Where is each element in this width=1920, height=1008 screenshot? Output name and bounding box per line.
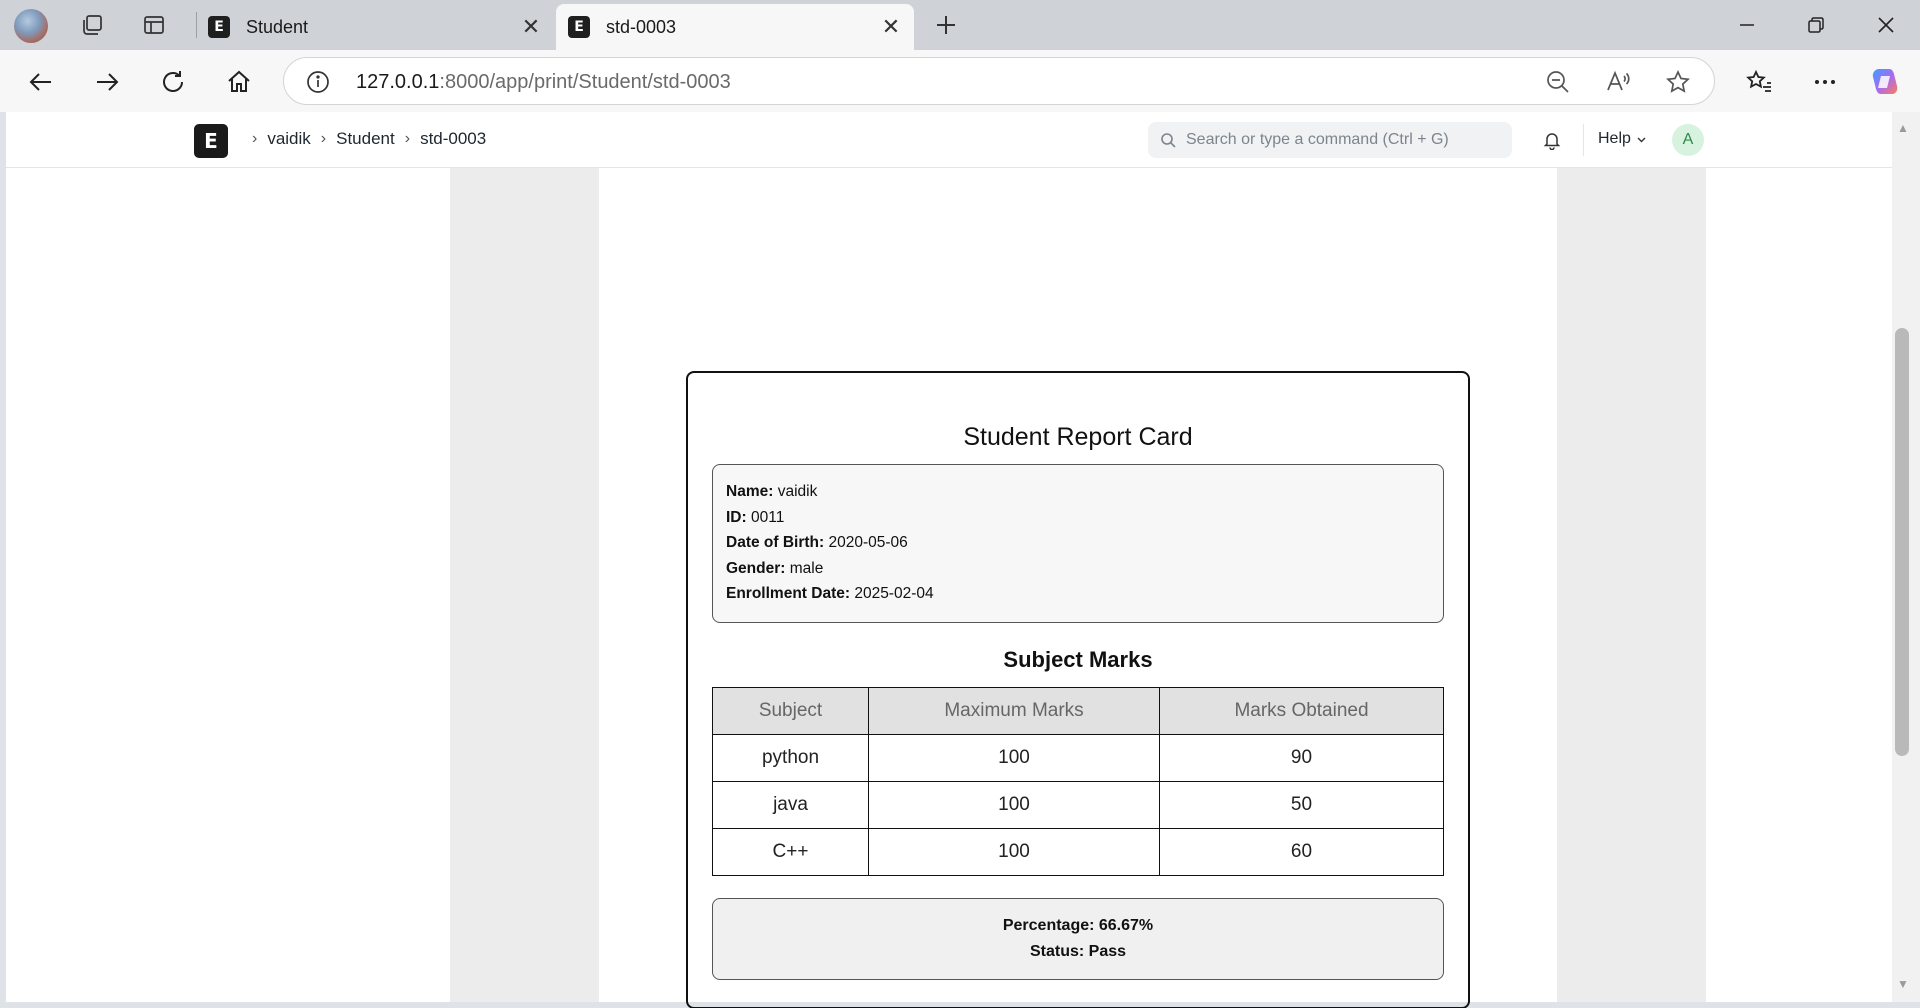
read-aloud-icon[interactable]	[1602, 66, 1634, 98]
favorites-list-icon[interactable]	[1742, 65, 1776, 99]
cell-max-marks: 100	[868, 828, 1160, 876]
favorite-star-icon[interactable]	[1662, 66, 1694, 98]
search-icon	[1161, 133, 1176, 148]
info-id: ID: 0011	[726, 508, 785, 526]
print-gutter-left	[450, 168, 599, 1002]
report-card: Student Report Card Name: vaidik ID: 001…	[686, 371, 1470, 1008]
scrollbar-thumb[interactable]	[1895, 328, 1909, 756]
restore-icon[interactable]	[1796, 9, 1836, 41]
home-icon[interactable]	[222, 65, 256, 99]
vertical-tabs-icon[interactable]	[138, 9, 170, 41]
cell-max-marks: 100	[868, 781, 1160, 829]
chevron-down-icon	[1637, 137, 1646, 142]
breadcrumb-item-vaidik[interactable]: vaidik	[267, 129, 310, 149]
help-label: Help	[1598, 130, 1631, 147]
scroll-down-arrow-icon[interactable]: ▼	[1895, 976, 1911, 992]
profile-avatar[interactable]	[14, 9, 48, 43]
search-input[interactable]: Search or type a command (Ctrl + G)	[1148, 122, 1512, 158]
student-info-box: Name: vaidik ID: 0011 Date of Birth: 202…	[712, 464, 1444, 623]
print-page: Student Report Card Name: vaidik ID: 001…	[599, 168, 1557, 1008]
browser-toolbar: 127.0.0.1:8000/app/print/Student/std-000…	[0, 50, 1920, 112]
copilot-icon[interactable]	[1868, 65, 1902, 99]
cell-marks-obtained: 60	[1159, 828, 1444, 876]
app-logo[interactable]: E	[194, 124, 228, 158]
subject-marks-heading: Subject Marks	[1003, 647, 1153, 672]
navbar-divider	[1583, 124, 1584, 156]
percentage-text: Percentage: 66.67%	[1002, 917, 1154, 934]
forward-arrow-icon[interactable]	[90, 65, 124, 99]
browser-tab-strip: E Student ✕ E std-0003 ✕	[0, 0, 1920, 50]
cell-marks-obtained: 90	[1159, 734, 1444, 782]
user-avatar[interactable]: A	[1672, 124, 1704, 156]
info-name: Name: vaidik	[726, 483, 818, 500]
avatar-initial: A	[1682, 131, 1694, 148]
breadcrumb-item-student[interactable]: Student	[336, 129, 395, 149]
help-dropdown[interactable]: Help	[1598, 130, 1647, 148]
info-enrollment-date: Enrollment Date: 2025-02-04	[726, 585, 934, 602]
tab-title: Student	[246, 16, 309, 37]
frappe-favicon-icon: E	[208, 16, 230, 38]
refresh-icon[interactable]	[156, 65, 190, 99]
cell-subject: java	[712, 781, 869, 829]
breadcrumb: › vaidik › Student › std-0003	[242, 129, 486, 149]
tab-student[interactable]: E Student ✕	[196, 4, 554, 50]
info-gender: Gender: male	[726, 559, 824, 577]
close-window-icon[interactable]	[1866, 9, 1906, 41]
notification-bell-icon[interactable]	[1538, 126, 1566, 154]
chevron-right-icon: ›	[320, 130, 327, 147]
address-bar[interactable]: 127.0.0.1:8000/app/print/Student/std-000…	[283, 57, 1715, 105]
chevron-right-icon: ›	[252, 130, 258, 147]
collections-icon[interactable]	[76, 9, 108, 41]
column-header-subject: Subject	[712, 687, 869, 735]
info-dob: Date of Birth: 2020-05-06	[726, 534, 908, 551]
url-host: 127.0.0.1	[356, 71, 440, 93]
column-header-marks-obtained: Marks Obtained	[1159, 687, 1444, 735]
url-text[interactable]: 127.0.0.1:8000/app/print/Student/std-000…	[356, 71, 731, 94]
table-row: python 100 90	[712, 734, 1444, 782]
column-header-max-marks: Maximum Marks	[868, 687, 1160, 735]
minimize-icon[interactable]	[1727, 9, 1767, 41]
close-tab-icon[interactable]: ✕	[520, 14, 542, 39]
cell-marks-obtained: 50	[1159, 781, 1444, 829]
zoom-out-icon[interactable]	[1542, 66, 1574, 98]
back-arrow-icon[interactable]	[24, 65, 58, 99]
breadcrumb-item-current[interactable]: std-0003	[420, 129, 486, 149]
search-placeholder: Search or type a command (Ctrl + G)	[1186, 131, 1449, 148]
app-navbar: E › vaidik › Student › std-0003 Search o…	[6, 112, 1892, 168]
print-gutter-right	[1557, 168, 1706, 1002]
status-text: Status: Pass	[1029, 943, 1127, 960]
site-info-icon[interactable]	[302, 66, 334, 98]
table-row: C++ 100 60	[712, 828, 1444, 876]
cell-subject: python	[712, 734, 869, 782]
report-title: Student Report Card	[963, 423, 1193, 451]
tab-std-0003[interactable]: E std-0003 ✕	[556, 4, 914, 50]
left-margin	[6, 168, 450, 1002]
table-row: java 100 50	[712, 781, 1444, 829]
marks-table: Subject Maximum Marks Marks Obtained pyt…	[712, 687, 1444, 876]
table-header-row: Subject Maximum Marks Marks Obtained	[712, 687, 1444, 735]
url-path: :8000/app/print/Student/std-0003	[439, 71, 731, 93]
tab-title: std-0003	[606, 16, 677, 37]
new-tab-plus-icon[interactable]	[930, 9, 962, 41]
cell-subject: C++	[712, 828, 869, 876]
result-summary-box: Percentage: 66.67% Status: Pass	[712, 898, 1444, 980]
page-viewport: E › vaidik › Student › std-0003 Search o…	[6, 112, 1892, 1008]
frappe-favicon-icon: E	[568, 16, 590, 38]
close-tab-icon[interactable]: ✕	[880, 14, 902, 39]
cell-max-marks: 100	[868, 734, 1160, 782]
scroll-up-arrow-icon[interactable]: ▲	[1895, 120, 1911, 136]
more-options-icon[interactable]	[1808, 65, 1842, 99]
chevron-right-icon: ›	[404, 130, 411, 147]
